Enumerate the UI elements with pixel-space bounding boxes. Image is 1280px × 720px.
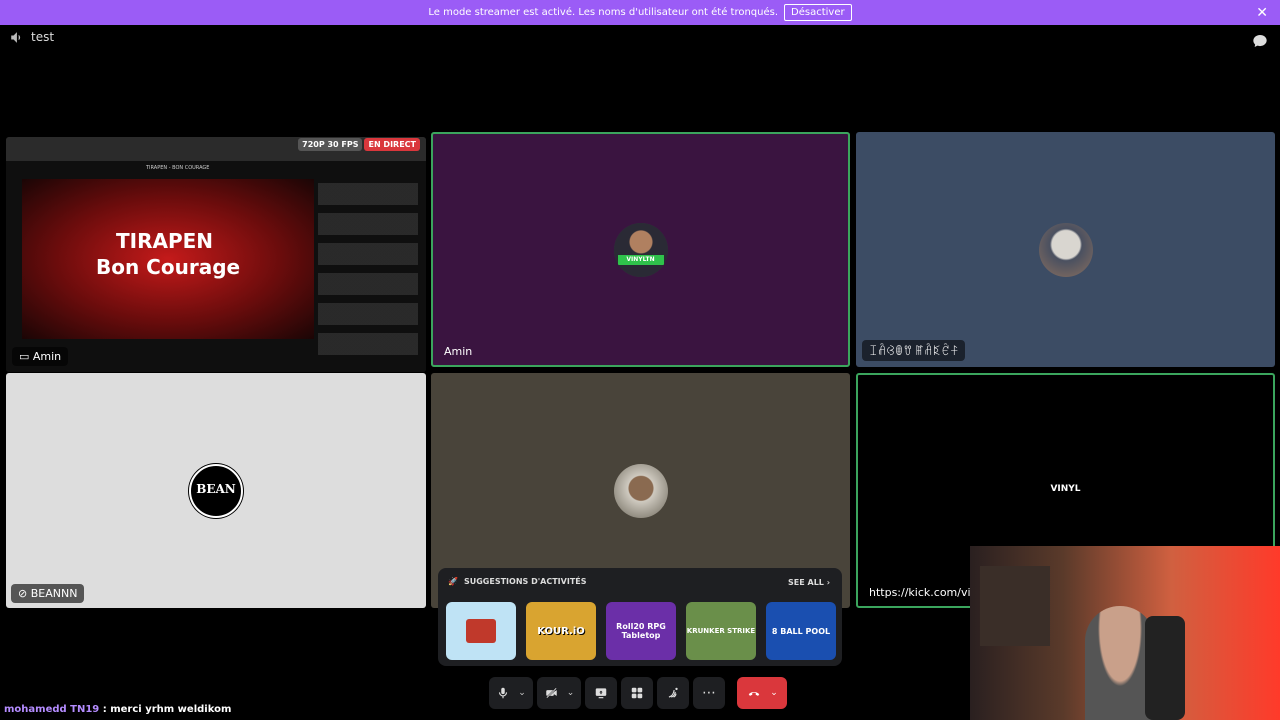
participant-tile[interactable]: BEAN ⊘ BEANNN — [6, 373, 426, 608]
mic-control[interactable]: ⌄ — [489, 676, 533, 709]
screen-share-button[interactable] — [585, 676, 617, 709]
avatar-logo-text: VINYL — [1050, 483, 1081, 494]
activities-icon — [631, 687, 643, 698]
video-page-title: TIRAPEN - BON COURAGE — [146, 165, 210, 171]
more-options-button[interactable]: ⋯ — [693, 676, 725, 709]
chat-separator: : — [102, 704, 107, 715]
streamer-mode-banner: Le mode streamer est activé. Les noms d'… — [0, 0, 1280, 25]
webcam-shelf — [980, 566, 1050, 646]
ellipsis-icon: ⋯ — [702, 684, 716, 701]
participant-tile[interactable]: VINYLTN Amin — [431, 132, 850, 367]
activities-title: SUGGESTIONS D'ACTIVITÉS — [463, 577, 587, 586]
chat-message-text: merci yrhm weldikom — [110, 704, 232, 715]
activity-card[interactable]: Roll20 RPG Tabletop — [606, 602, 676, 660]
participant-tile[interactable]: ꀤꋫꃳꂦꀎ ꂵꋫꌅꑾꊰ — [856, 132, 1275, 367]
banner-message: Le mode streamer est activé. Les noms d'… — [428, 7, 779, 18]
microphone-icon — [499, 687, 508, 698]
chevron-down-icon: ⌄ — [566, 687, 575, 698]
activity-thumbnail — [466, 619, 496, 643]
speaker-icon — [11, 31, 21, 43]
avatar: VINYLTN — [613, 222, 668, 277]
call-controls: ⌄ ⌄ ⋯ ⌄ — [489, 676, 787, 709]
activity-card[interactable]: KRUNKER STRIKE — [686, 602, 756, 660]
chat-overlay-message: mohamedd TN19 : merci yrhm weldikom — [4, 704, 231, 715]
stream-badges: 720P 30 FPS EN DIRECT — [298, 138, 420, 151]
disconnect-button[interactable]: ⌄ — [737, 676, 787, 709]
participant-name-tag: Amin — [444, 345, 473, 358]
quality-badge: 720P 30 FPS — [298, 138, 363, 151]
participant-name-tag: ꀤꋫꃳꂦꀎ ꂵꋫꌅꑾꊰ — [862, 340, 966, 361]
activity-card[interactable]: 8 BALL POOL — [766, 602, 836, 660]
live-badge: EN DIRECT — [364, 138, 420, 151]
webcam-chair — [1145, 616, 1185, 720]
avatar: VINYL — [1038, 463, 1093, 518]
camera-control[interactable]: ⌄ — [537, 676, 581, 709]
avatar-logo-text: BEAN — [196, 481, 236, 496]
chevron-down-icon: ⌄ — [518, 687, 526, 698]
video-title-line1: TIRAPEN — [116, 229, 214, 253]
participant-name-tag: ⊘ BEANNN — [11, 584, 85, 603]
avatar-label: VINYLTN — [617, 254, 664, 265]
see-all-button[interactable]: SEE ALL › — [788, 578, 830, 587]
activities-button[interactable] — [621, 676, 653, 709]
activity-card[interactable] — [446, 602, 516, 660]
chat-username: mohamedd TN19 — [4, 704, 100, 715]
activity-suggestions-panel: 🚀 SUGGESTIONS D'ACTIVITÉS SEE ALL › KOUR… — [438, 568, 842, 666]
activities-header: 🚀 SUGGESTIONS D'ACTIVITÉS — [448, 577, 587, 586]
camera-off-icon — [545, 687, 557, 698]
avatar — [613, 463, 668, 518]
video-title-line2: Bon Courage — [96, 255, 241, 279]
chevron-down-icon: ⌄ — [770, 687, 778, 698]
avatar — [1038, 222, 1093, 277]
channel-name: test — [31, 30, 55, 44]
activity-card[interactable]: KOUR.iO — [526, 602, 596, 660]
rocket-icon: 🚀 — [448, 577, 458, 586]
streamer-webcam-overlay — [970, 546, 1280, 720]
soundboard-icon — [668, 687, 678, 698]
mic-muted-icon: ⊘ — [18, 587, 31, 600]
stream-tile-screenshare[interactable]: TIRAPEN Bon Courage TIRAPEN - BON COURAG… — [6, 137, 426, 372]
hang-up-icon — [748, 691, 760, 696]
related-videos-list — [318, 179, 418, 359]
participant-name-tag: ▭ Amin — [12, 347, 69, 366]
soundboard-button[interactable] — [657, 676, 689, 709]
avatar: BEAN — [189, 463, 243, 518]
screen-icon: ▭ — [19, 350, 33, 363]
disable-streamer-mode-button[interactable]: Désactiver — [784, 4, 852, 21]
channel-header: test — [10, 30, 54, 44]
close-icon[interactable]: ✕ — [1256, 5, 1268, 21]
chat-bubble-icon[interactable] — [1252, 33, 1268, 49]
screen-share-icon — [595, 687, 607, 698]
